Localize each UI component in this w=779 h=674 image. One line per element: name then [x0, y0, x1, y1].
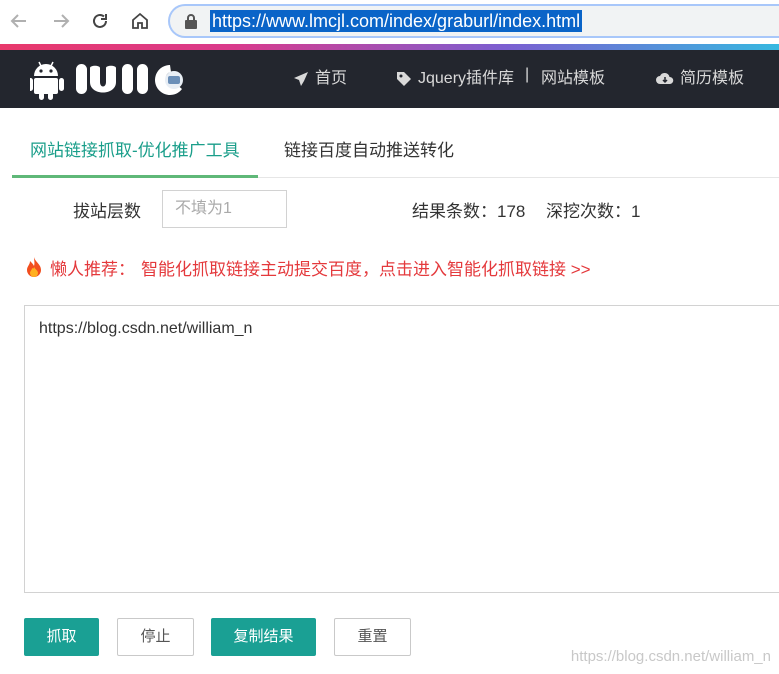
tab-link-crawler[interactable]: 网站链接抓取-优化推广工具: [12, 128, 258, 178]
nav-jquery-label: Jquery插件库: [418, 70, 515, 87]
watermark: https://blog.csdn.net/william_n: [570, 648, 771, 665]
nav-home-label: 首页: [315, 70, 348, 87]
tab-baidu-push[interactable]: 链接百度自动推送转化: [266, 128, 472, 178]
nav-site-templates[interactable]: 网站模板: [541, 50, 605, 108]
fire-icon: [27, 257, 41, 277]
nav-jquery-plugins[interactable]: Jquery插件库: [396, 50, 514, 108]
reset-button[interactable]: 重置: [334, 618, 411, 656]
nav-resume-label: 简历模板: [680, 70, 745, 87]
reload-button[interactable]: [87, 8, 113, 34]
recommendation-banner: 懒人推荐： 智能化抓取链接主动提交百度，点击进入智能化抓取链接 >>: [24, 252, 591, 282]
lock-icon: [185, 14, 197, 29]
tool-tabs: 网站链接抓取-优化推广工具 链接百度自动推送转化: [12, 128, 779, 178]
nav-templates-label: 网站模板: [541, 70, 606, 87]
result-textarea[interactable]: https://blog.csdn.net/william_n: [24, 305, 779, 593]
nav-home[interactable]: 首页: [293, 50, 347, 108]
depth-label: 拔站层数: [73, 202, 141, 221]
paper-plane-icon: [294, 72, 308, 86]
arrow-left-icon: [10, 14, 26, 28]
nav-resume-templates[interactable]: 简历模板: [656, 50, 744, 108]
dig-count: 深挖次数：1: [546, 202, 641, 221]
fetch-button[interactable]: 抓取: [24, 618, 99, 656]
home-button[interactable]: [127, 8, 153, 34]
cloud-download-icon: [656, 72, 674, 84]
tag-icon: [397, 72, 411, 86]
copy-result-button[interactable]: 复制结果: [211, 618, 316, 656]
arrow-right-icon: [54, 14, 70, 28]
home-icon: [132, 12, 148, 29]
browser-toolbar: https://www.lmcjl.com/index/graburl/inde…: [0, 0, 779, 44]
url-text[interactable]: https://www.lmcjl.com/index/graburl/inde…: [210, 10, 583, 32]
forward-button[interactable]: [48, 8, 74, 34]
site-logo[interactable]: [30, 56, 205, 102]
address-bar[interactable]: https://www.lmcjl.com/index/graburl/inde…: [168, 4, 779, 38]
stop-button[interactable]: 停止: [117, 618, 194, 656]
recommend-prefix: 懒人推荐：: [50, 259, 135, 279]
nav-separator: |: [525, 66, 530, 83]
back-button[interactable]: [6, 8, 32, 34]
smart-crawl-link[interactable]: 智能化抓取链接主动提交百度，点击进入智能化抓取链接 >>: [141, 255, 591, 280]
depth-input[interactable]: [162, 190, 287, 228]
reload-icon: [93, 13, 107, 28]
result-count: 结果条数：178: [412, 202, 526, 221]
site-header: 首页 Jquery插件库 | 网站模板 简历模板: [0, 50, 779, 108]
